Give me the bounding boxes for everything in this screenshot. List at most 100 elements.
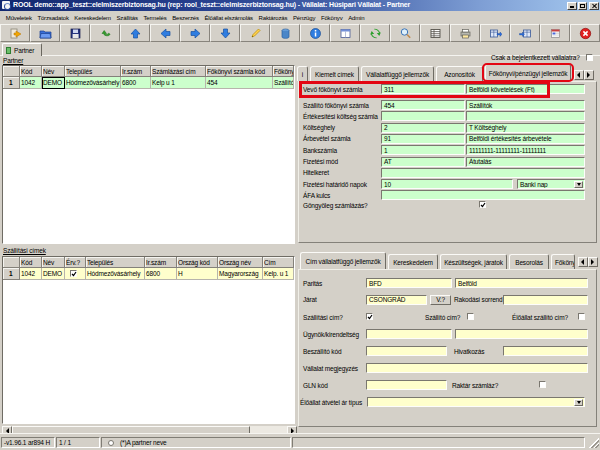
next-record-button[interactable]	[180, 24, 210, 42]
menu-penzugy[interactable]: Pénzügy	[290, 14, 318, 22]
bankszamla-nev-input[interactable]: 11111111-11111111-11111111	[466, 145, 585, 155]
tabs2-scroll-right[interactable]	[588, 257, 598, 267]
szallito-fokonyvi-szamla-nev-input[interactable]: Szállítók	[466, 100, 585, 110]
partner-cell-nev[interactable]: DEMO	[42, 77, 65, 89]
export-table-button[interactable]	[480, 24, 510, 42]
resize-grip[interactable]	[589, 438, 599, 448]
jarat-input[interactable]: CSONGRÁD	[366, 295, 427, 305]
koltseghely-nev-input[interactable]: T Költséghely	[466, 123, 585, 133]
window-button[interactable]	[330, 24, 360, 42]
shipping-col-nev[interactable]: Név	[42, 257, 65, 268]
fizetesi-hatarido-egyseg-select[interactable]: Banki nap	[517, 179, 585, 189]
combo-arrow2-icon[interactable]	[574, 399, 583, 406]
vallalat-megjegyzes-input[interactable]	[366, 363, 588, 373]
tabs-scroll-right[interactable]	[584, 70, 594, 80]
shipping-col-erv[interactable]: Érv.?	[65, 257, 86, 268]
shipping-cell-erv[interactable]	[65, 268, 86, 280]
combo-arrow-icon[interactable]	[574, 181, 583, 188]
partner-col-fokonyv[interactable]: Főköny	[273, 66, 294, 77]
shipping-col-cim[interactable]: Cím	[263, 257, 294, 268]
ugynok-input[interactable]	[366, 329, 452, 339]
edit-button[interactable]	[240, 24, 270, 42]
company-filter-checkbox[interactable]	[586, 54, 593, 61]
partner-col-telepules[interactable]: Település	[65, 66, 121, 77]
beszallito-kod-input[interactable]	[366, 346, 447, 356]
tab-azonositok[interactable]: Azonosítók	[436, 66, 483, 81]
partner-name-radio[interactable]	[108, 440, 114, 446]
partner-cell-fokonyvi-szamla-kod[interactable]: 454	[206, 77, 273, 89]
shipping-cell-nev[interactable]: DEMO	[42, 268, 65, 280]
gongyoleg-szamlazas-checkbox[interactable]	[479, 201, 486, 208]
refresh-button[interactable]	[360, 24, 390, 42]
tab-partner[interactable]: Partner	[2, 43, 42, 56]
menu-termeles[interactable]: Termelés	[141, 14, 170, 22]
shipping-col-orszag-kod[interactable]: Ország kód	[177, 257, 218, 268]
folder-open-button[interactable]	[30, 24, 60, 42]
szallito-cim-checkbox[interactable]	[467, 313, 474, 320]
menu-torzsadatok[interactable]: Törzsadatok	[35, 14, 72, 22]
close-button[interactable]	[589, 2, 599, 10]
shipping-cell-telepules[interactable]: Hódmezővásárhely	[86, 268, 145, 280]
menu-admin[interactable]: Admin	[345, 14, 367, 22]
szallito-fokonyvi-szamla-input[interactable]: 454	[381, 100, 465, 110]
exit-door-button[interactable]	[0, 24, 30, 42]
tab-fokonyvi-penzugyi-jellemzok[interactable]: Főkönyvi/pénzügyi jellemzők	[485, 64, 571, 81]
bankszamla-input[interactable]: 1	[381, 145, 465, 155]
close-app-button[interactable]	[570, 24, 600, 42]
eloallat-atvetel-ar-tipus-select[interactable]	[367, 397, 585, 407]
tabs2-scroll-left[interactable]	[578, 257, 588, 267]
partner-col-szamlazasi-cim[interactable]: Számlázási cím	[151, 66, 206, 77]
shipping-col-telepules[interactable]: Település	[86, 257, 145, 268]
partner-col-kod[interactable]: Kód	[20, 66, 42, 77]
raktar-szamlaz-checkbox[interactable]	[539, 381, 546, 388]
first-record-button[interactable]	[120, 24, 150, 42]
partner-cell-telepules[interactable]: Hódmezővásárhely	[65, 77, 121, 89]
tab-kiemelt-cimek[interactable]: Kiemelt címek	[310, 66, 359, 81]
partner-cell-fokonyv[interactable]: Szállító	[273, 77, 294, 89]
tabs-scroll-left[interactable]	[574, 70, 584, 80]
fizetesi-hatarido-napok-input[interactable]: 10	[381, 179, 513, 189]
vevo-fokonyvi-szamla-input[interactable]: 311	[381, 84, 465, 94]
partner-table[interactable]: Kód Név Település Ir.szám Számlázási cím…	[2, 65, 295, 244]
print-button[interactable]	[450, 24, 480, 42]
tab-fokonyv-sliver[interactable]: Főköny	[551, 254, 575, 269]
menu-szallitas[interactable]: Szállítás	[114, 14, 141, 22]
undo-button[interactable]	[90, 24, 120, 42]
list-button[interactable]	[420, 24, 450, 42]
partner-cell-irszam[interactable]: 6800	[121, 77, 151, 89]
ertekesitesi-koltseg-szamla-nev-input[interactable]	[466, 111, 585, 121]
tab-keszultsegek-jaratok[interactable]: Készültségek, járatok	[440, 254, 507, 269]
minimize-button[interactable]	[567, 2, 577, 10]
paritas-nev-input[interactable]: Belföld	[455, 278, 588, 288]
menu-fokonyv[interactable]: Főkönyv	[318, 14, 345, 22]
shipping-col-irszam[interactable]: Ir.szám	[145, 257, 177, 268]
ugynok-nev-input[interactable]	[455, 329, 588, 339]
vevo-fokonyvi-szamla-nev-input[interactable]: Belföldi követelések (Ft)	[466, 84, 585, 94]
hitelkeret-input[interactable]	[381, 168, 585, 178]
import-table-button[interactable]	[510, 24, 540, 42]
menu-kereskedelem[interactable]: Kereskedelem	[72, 14, 114, 22]
partner-col-nev[interactable]: Név	[42, 66, 65, 77]
menu-muveletek[interactable]: Műveletek	[3, 14, 35, 22]
partner-col-fokonyvi-szamla-kod[interactable]: Főkönyvi számla kód	[206, 66, 273, 77]
partner-row-number[interactable]: 1	[3, 77, 20, 89]
erv-checkbox[interactable]	[70, 270, 77, 277]
tab-besorolas[interactable]: Besorolás	[509, 254, 549, 269]
partner-col-irszam[interactable]: Ir.szám	[121, 66, 151, 77]
restore-icon-button[interactable]	[578, 2, 588, 10]
tab-cim-vallalatfuggo-jellemzok[interactable]: Cím vállalatfüggő jellemzők	[300, 252, 386, 269]
fizetesi-mod-input[interactable]: AT	[381, 157, 465, 167]
paritas-input[interactable]: BFD	[366, 278, 452, 288]
shipping-cell-orszag-kod[interactable]: H	[177, 268, 218, 280]
shipping-cell-kod[interactable]: 1042	[20, 268, 42, 280]
gln-kod-input[interactable]	[366, 380, 447, 390]
partner-cell-kod[interactable]: 1042	[20, 77, 42, 89]
tab-sliver[interactable]: i	[297, 66, 308, 81]
windows-button[interactable]	[540, 24, 570, 42]
last-record-button[interactable]	[210, 24, 240, 42]
shipping-cell-cim[interactable]: Kelp. u 1	[263, 268, 294, 280]
info-button[interactable]	[300, 24, 330, 42]
shipping-col-orszag-nev[interactable]: Ország név	[218, 257, 263, 268]
shipping-col-kod[interactable]: Kód	[20, 257, 42, 268]
arbevetel-szamla-nev-input[interactable]: Belföldi értékesítés árbevétele	[466, 134, 585, 144]
